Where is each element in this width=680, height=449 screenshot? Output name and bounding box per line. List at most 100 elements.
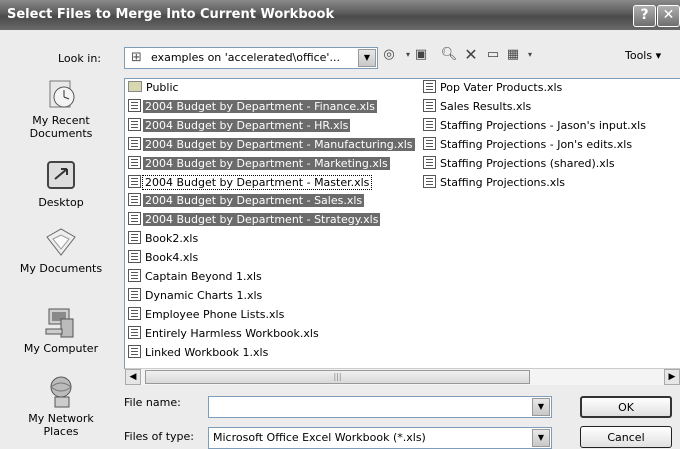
file-item[interactable]: 2004 Budget by Department - Sales.xls xyxy=(128,193,365,209)
excel-file-icon xyxy=(128,174,141,188)
file-name: Linked Workbook 1.xls xyxy=(145,345,269,359)
views-dropdown-icon[interactable]: ▾ xyxy=(521,46,539,64)
places-bar: My Recent Documents Desktop My Documents… xyxy=(6,75,116,444)
file-name: Staffing Projections - Jason's input.xls xyxy=(440,118,646,132)
scroll-left-icon[interactable]: ◀ xyxy=(125,369,141,385)
folder-item[interactable]: Public xyxy=(128,80,181,96)
file-name: 2004 Budget by Department - Finance.xls xyxy=(143,99,377,113)
file-name: Staffing Projections - Jon's edits.xls xyxy=(440,137,633,151)
filetype-dropdown[interactable]: Microsoft Office Excel Workbook (*.xls) … xyxy=(208,427,552,449)
file-name: 2004 Budget by Department - HR.xls xyxy=(143,118,351,132)
up-folder-icon[interactable]: ▣ xyxy=(412,46,430,64)
new-folder-icon[interactable]: ▭ xyxy=(484,46,502,64)
scroll-right-icon[interactable]: ▶ xyxy=(664,369,680,385)
excel-file-icon xyxy=(128,269,141,282)
lookin-value: examples on 'accelerated\office'... xyxy=(151,51,340,64)
file-item[interactable]: 2004 Budget by Department - Finance.xls xyxy=(128,98,377,115)
excel-file-icon xyxy=(423,98,436,112)
file-item[interactable]: 2004 Budget by Department - Marketing.xl… xyxy=(128,155,390,172)
file-name: Dynamic Charts 1.xls xyxy=(145,288,263,302)
file-dialog: Select Files to Merge Into Current Workb… xyxy=(0,0,680,449)
file-item[interactable]: Book2.xls xyxy=(128,231,200,247)
place-label: My Network Places xyxy=(28,412,94,438)
file-item[interactable]: 2004 Budget by Department - Master.xls xyxy=(128,174,373,191)
lookin-label: Look in: xyxy=(58,52,101,65)
computer-icon xyxy=(43,305,79,339)
excel-file-icon xyxy=(423,117,436,131)
place-my-network-places[interactable]: My Network Places xyxy=(6,375,116,438)
place-desktop[interactable]: Desktop xyxy=(6,159,116,209)
excel-file-icon xyxy=(128,231,141,245)
file-name: Public xyxy=(146,81,179,94)
file-item[interactable]: Entirely Harmless Workbook.xls xyxy=(128,325,321,342)
file-name: 2004 Budget by Department - Strategy.xls xyxy=(143,213,381,227)
excel-file-icon xyxy=(128,193,141,207)
place-my-documents[interactable]: My Documents xyxy=(6,225,116,275)
excel-file-icon xyxy=(128,136,141,150)
close-button[interactable]: ✕ xyxy=(657,5,680,27)
file-item[interactable]: Staffing Projections (shared).xls xyxy=(423,155,617,172)
help-button[interactable]: ? xyxy=(633,5,656,27)
place-label: My Computer xyxy=(23,342,99,355)
filetype-label: Files of type: xyxy=(124,430,195,443)
excel-file-icon xyxy=(128,344,141,358)
place-label: My Documents xyxy=(19,262,103,275)
chevron-down-icon[interactable]: ▼ xyxy=(532,429,550,447)
excel-file-icon xyxy=(128,212,141,226)
horizontal-scrollbar[interactable]: ◀ ||| ▶ xyxy=(125,368,680,385)
excel-file-icon xyxy=(423,136,436,150)
file-name: 2004 Budget by Department - Sales.xls xyxy=(143,194,365,208)
file-name: Book2.xls xyxy=(145,232,199,246)
file-item[interactable]: 2004 Budget by Department - Manufacturin… xyxy=(128,136,415,153)
file-item[interactable]: Book4.xls xyxy=(128,250,200,266)
file-name: Pop Vater Products.xls xyxy=(440,81,563,94)
file-item[interactable]: Sales Results.xls xyxy=(423,98,533,115)
file-item[interactable]: Dynamic Charts 1.xls xyxy=(128,287,264,304)
file-item[interactable]: 2004 Budget by Department - Strategy.xls xyxy=(128,212,381,228)
chevron-down-icon[interactable]: ▼ xyxy=(358,49,376,67)
place-label: My Recent Documents xyxy=(29,114,93,140)
file-name: Staffing Projections.xls xyxy=(440,175,566,189)
filetype-value: Microsoft Office Excel Workbook (*.xls) xyxy=(213,431,426,444)
views-icon[interactable]: ▦ xyxy=(504,46,522,64)
folder-icon xyxy=(128,81,142,92)
place-my-computer[interactable]: My Computer xyxy=(6,305,116,355)
tools-menu[interactable]: Tools ▾ xyxy=(625,49,661,62)
filename-input[interactable]: ▼ xyxy=(208,396,552,418)
excel-file-icon xyxy=(128,325,141,339)
delete-icon[interactable]: ✕ xyxy=(462,46,480,64)
file-name: Staffing Projections (shared).xls xyxy=(440,156,615,170)
desktop-icon xyxy=(43,159,79,193)
excel-file-icon xyxy=(128,306,141,320)
excel-file-icon xyxy=(423,80,436,93)
cancel-button[interactable]: Cancel xyxy=(580,426,672,448)
file-item[interactable]: Pop Vater Products.xls xyxy=(423,80,564,96)
file-item[interactable]: Employee Phone Lists.xls xyxy=(128,306,286,323)
lookin-dropdown[interactable]: ⊞ examples on 'accelerated\office'... ▼ xyxy=(124,47,378,69)
file-name: 2004 Budget by Department - Manufacturin… xyxy=(143,137,415,151)
file-name: Entirely Harmless Workbook.xls xyxy=(145,326,319,340)
file-item[interactable]: Staffing Projections.xls xyxy=(423,174,567,191)
file-name: 2004 Budget by Department - Master.xls xyxy=(141,174,373,190)
ok-button[interactable]: OK xyxy=(580,396,672,418)
file-name: Captain Beyond 1.xls xyxy=(145,270,262,283)
filename-label: File name: xyxy=(124,396,181,409)
file-item[interactable]: Staffing Projections - Jason's input.xls xyxy=(423,117,648,134)
scroll-thumb[interactable]: ||| xyxy=(145,370,530,384)
search-web-icon[interactable]: 🔍︎ xyxy=(440,46,458,64)
file-item[interactable]: Linked Workbook 1.xls xyxy=(128,344,270,361)
excel-file-icon xyxy=(128,250,141,264)
excel-file-icon xyxy=(128,117,141,131)
back-icon[interactable]: ◎ xyxy=(380,46,398,64)
chevron-down-icon[interactable]: ▼ xyxy=(532,398,550,416)
title-bar[interactable]: Select Files to Merge Into Current Workb… xyxy=(0,0,680,30)
file-item[interactable]: Captain Beyond 1.xls xyxy=(128,269,264,285)
file-list[interactable]: Public 2004 Budget by Department - Financ… xyxy=(124,78,680,369)
place-my-recent-documents[interactable]: My Recent Documents xyxy=(6,77,116,140)
file-name: Book4.xls xyxy=(145,251,199,265)
file-item[interactable]: Staffing Projections - Jon's edits.xls xyxy=(423,136,634,153)
file-name: 2004 Budget by Department - Marketing.xl… xyxy=(143,156,390,170)
file-item[interactable]: 2004 Budget by Department - HR.xls xyxy=(128,117,351,134)
excel-file-icon xyxy=(128,287,141,301)
excel-file-icon xyxy=(128,98,141,112)
